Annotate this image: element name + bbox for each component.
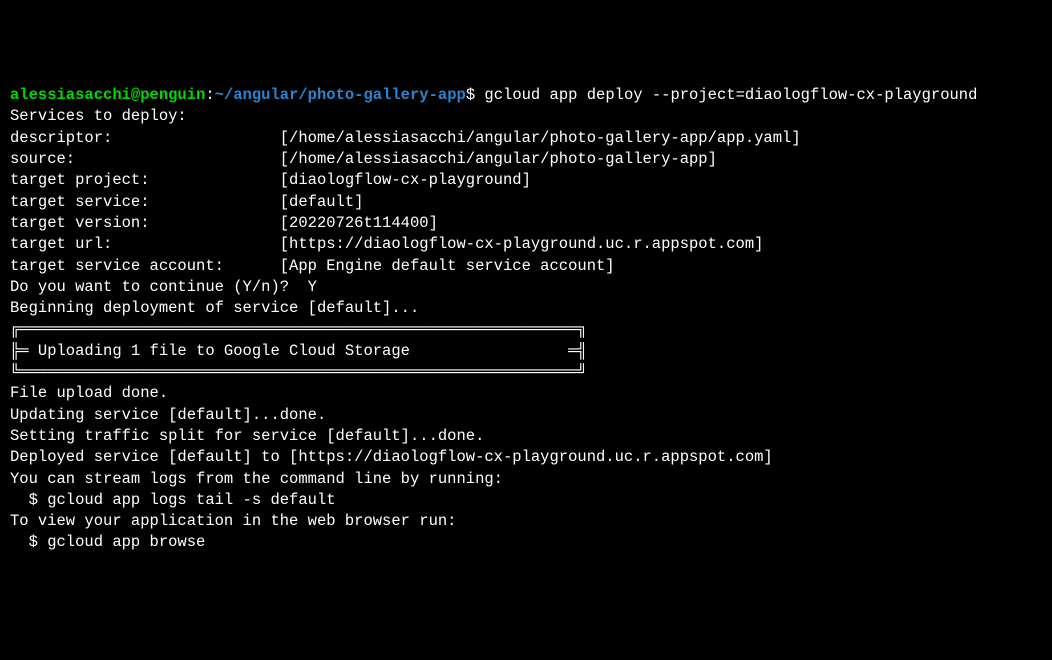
output-line: Setting traffic split for service [defau… [10,426,1042,447]
output-line: $ gcloud app logs tail -s default [10,490,1042,511]
output-line: File upload done. [10,383,1042,404]
output-line: target version: [20220726t114400] [10,213,1042,234]
box-mid: ╠═ Uploading 1 file to Google Cloud Stor… [10,341,1042,362]
terminal-output[interactable]: alessiasacchi@penguin:~/angular/photo-ga… [10,85,1042,554]
box-bot: ╚═══════════════════════════════════════… [10,362,1042,383]
output-line: Services to deploy: [10,106,1042,127]
box-top: ╔═══════════════════════════════════════… [10,319,1042,340]
output-line: You can stream logs from the command lin… [10,469,1042,490]
output-line: target project: [diaologflow-cx-playgrou… [10,170,1042,191]
dollar: $ [466,86,475,104]
output-line: target service: [default] [10,192,1042,213]
output-line: Deployed service [default] to [https://d… [10,447,1042,468]
output-line: To view your application in the web brow… [10,511,1042,532]
output-line: Updating service [default]...done. [10,405,1042,426]
output-line: Do you want to continue (Y/n)? Y [10,277,1042,298]
output-line: $ gcloud app browse [10,532,1042,553]
prompt-line: alessiasacchi@penguin:~/angular/photo-ga… [10,85,1042,106]
output-line: target url: [https://diaologflow-cx-play… [10,234,1042,255]
path: ~/angular/photo-gallery-app [215,86,466,104]
output-line: target service account: [App Engine defa… [10,256,1042,277]
command: gcloud app deploy --project=diaologflow-… [475,86,977,104]
output-line: Beginning deployment of service [default… [10,298,1042,319]
user-host: alessiasacchi@penguin [10,86,205,104]
colon: : [205,86,214,104]
output-line: descriptor: [/home/alessiasacchi/angular… [10,128,1042,149]
output-line: source: [/home/alessiasacchi/angular/pho… [10,149,1042,170]
